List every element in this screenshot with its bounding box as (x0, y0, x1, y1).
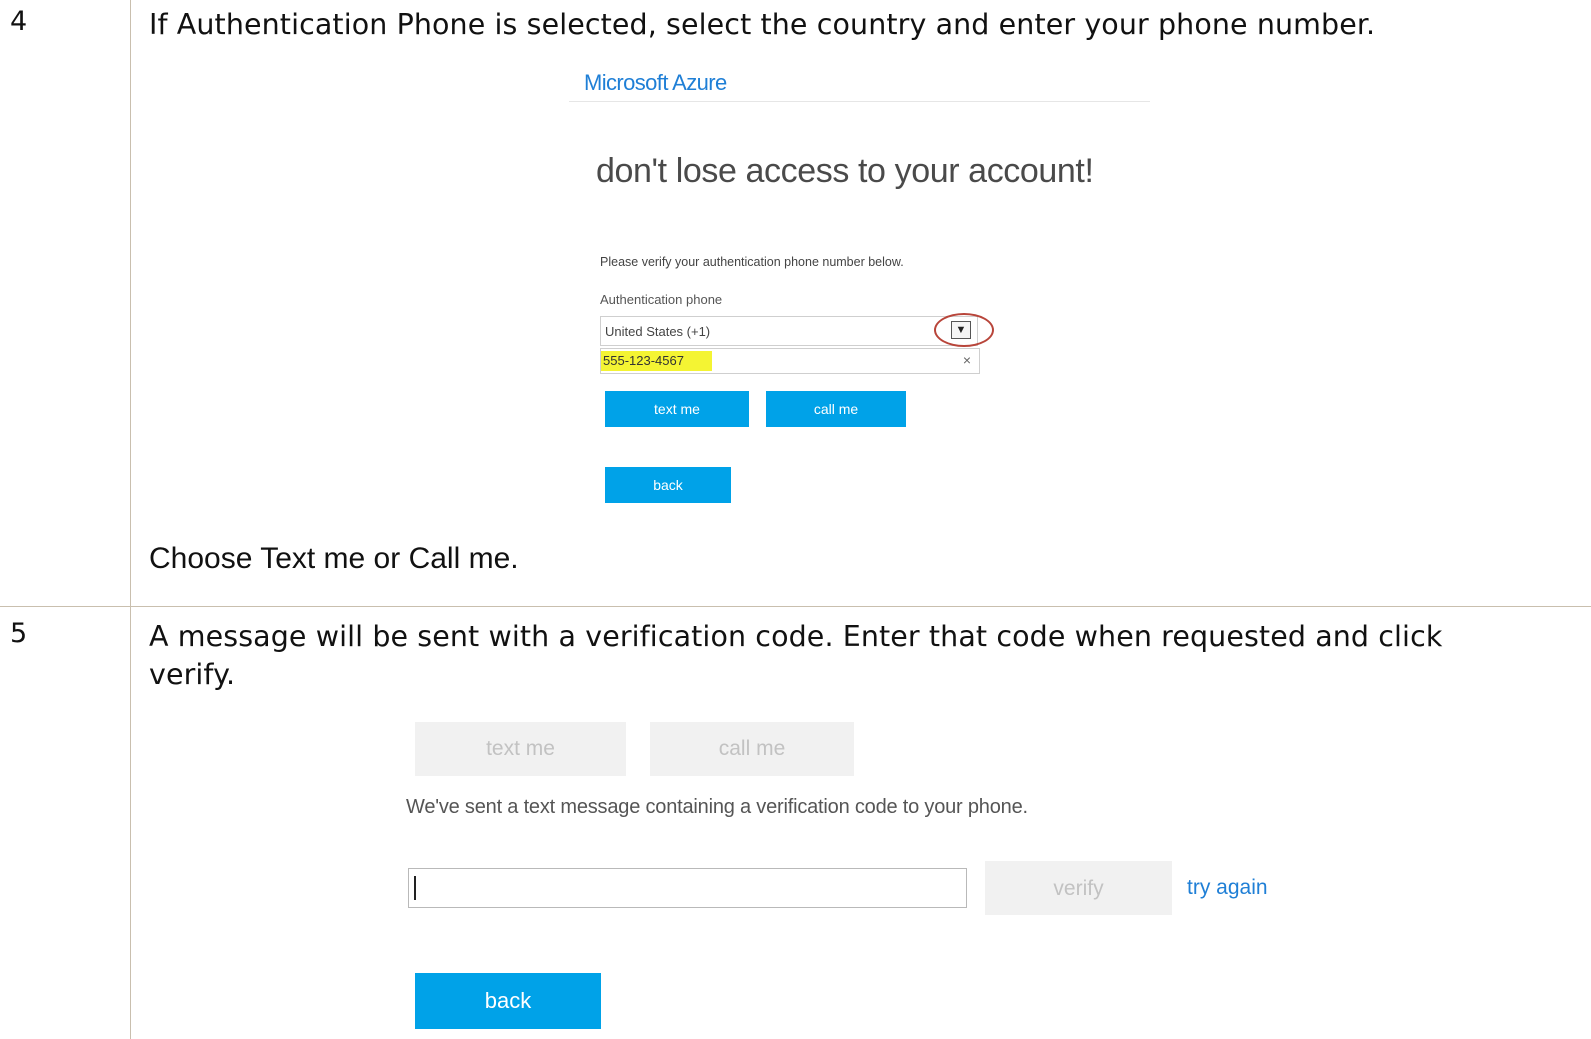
header-divider (569, 101, 1150, 102)
table-column-divider (130, 0, 131, 1039)
step-4-instruction: If Authentication Phone is selected, sel… (149, 8, 1376, 41)
step-4-note: Choose Text me or Call me. (149, 542, 519, 575)
back-button[interactable]: back (605, 467, 731, 503)
phone-number-input[interactable]: 555-123-4567 × (600, 348, 980, 374)
text-me-button[interactable]: text me (605, 391, 749, 427)
verify-instruction-text: Please verify your authentication phone … (600, 255, 904, 269)
step-number-5: 5 (10, 618, 28, 649)
try-again-link[interactable]: try again (1187, 876, 1268, 900)
annotation-circle (934, 313, 994, 347)
verify-button[interactable]: verify (985, 861, 1172, 915)
country-select[interactable]: United States (+1) (600, 316, 978, 346)
step-5-instruction-line-2: verify. (149, 658, 236, 691)
clear-icon[interactable]: × (963, 352, 971, 368)
text-caret (414, 876, 416, 900)
page-headline: don't lose access to your account! (596, 152, 1094, 190)
step-5-instruction-line-1: A message will be sent with a verificati… (149, 620, 1443, 653)
authentication-phone-label: Authentication phone (600, 292, 723, 307)
microsoft-azure-brand: Microsoft Azure (584, 70, 727, 95)
call-me-button-disabled[interactable]: call me (650, 722, 854, 776)
table-row-divider (0, 606, 1591, 607)
call-me-button[interactable]: call me (766, 391, 906, 427)
phone-number-value: 555-123-4567 (601, 351, 712, 371)
code-sent-message: We've sent a text message containing a v… (406, 796, 1028, 818)
text-me-button-disabled[interactable]: text me (415, 722, 626, 776)
country-select-value: United States (+1) (605, 324, 711, 339)
verification-code-input[interactable] (408, 868, 967, 908)
step-number-4: 4 (10, 6, 28, 37)
back-button[interactable]: back (415, 973, 601, 1029)
